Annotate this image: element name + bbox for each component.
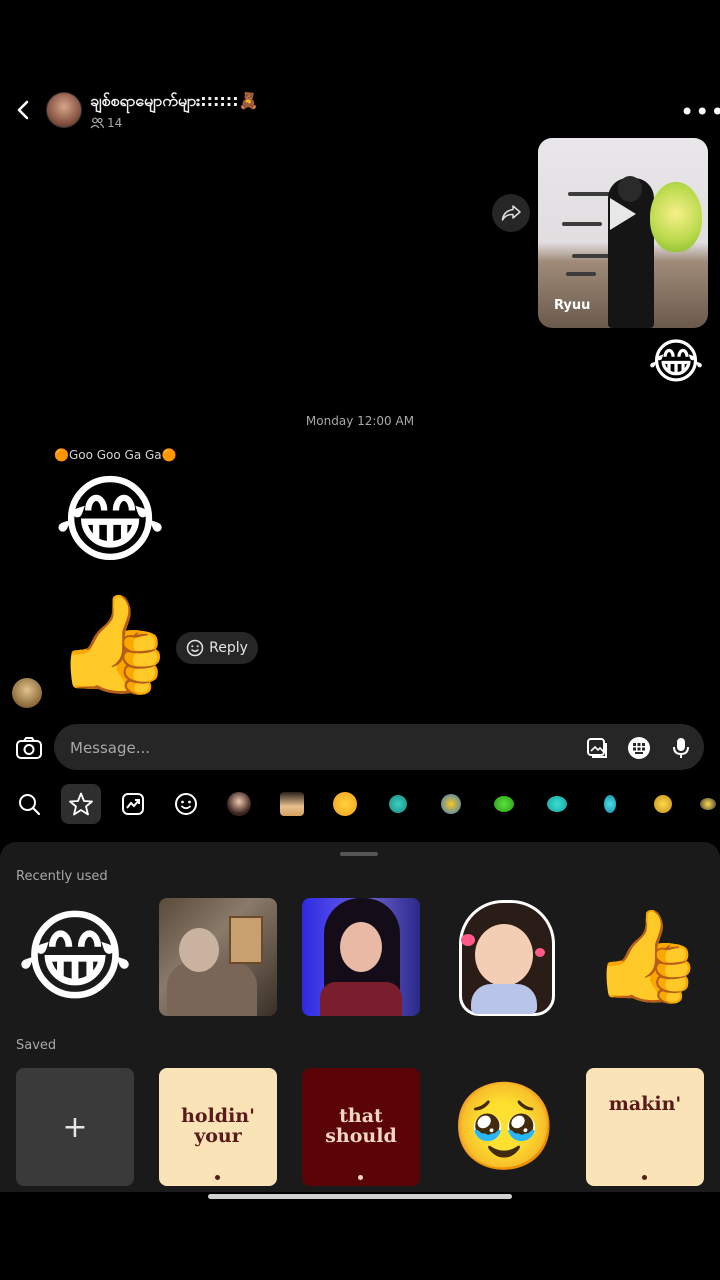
sticker-pack-icon xyxy=(441,794,461,814)
recently-used-title: Recently used xyxy=(16,869,108,884)
sticker-pack-icon xyxy=(494,796,514,812)
search-icon xyxy=(19,794,41,816)
tab-pack-6[interactable] xyxy=(590,784,630,824)
sticker-pack-icon xyxy=(700,798,716,810)
member-count-text: 14 xyxy=(107,116,123,130)
more-options-icon[interactable]: ••• xyxy=(680,98,720,126)
recent-sticker-item[interactable]: 👍 xyxy=(588,898,706,1016)
saved-sticker-text: holdin' your xyxy=(181,1105,255,1147)
tab-trending[interactable] xyxy=(113,784,153,824)
shared-video-message[interactable]: Ryuu xyxy=(538,138,708,328)
avatar-sticker-icon xyxy=(227,792,251,816)
tab-emoji[interactable] xyxy=(166,784,206,824)
group-avatar[interactable] xyxy=(46,92,82,128)
sender-name: 🟠Goo Goo Ga Ga🟠 xyxy=(54,448,177,462)
tab-avatar-1[interactable] xyxy=(219,784,259,824)
play-icon[interactable] xyxy=(610,198,636,230)
saved-title: Saved xyxy=(16,1038,57,1053)
share-arrow-icon xyxy=(501,205,521,221)
incoming-emoji-message[interactable]: 😂 xyxy=(54,472,166,568)
tab-pack-7[interactable] xyxy=(643,784,683,824)
member-count: 14 xyxy=(90,116,122,130)
chat-title[interactable]: ချစ်စရာမျောက်များ::::::🧸 xyxy=(90,90,259,114)
timestamp: Monday 12:00 AM xyxy=(305,414,415,428)
saved-sticker-text: makin' xyxy=(608,1093,682,1116)
sticker-pack-icon xyxy=(333,792,357,816)
smiley-icon xyxy=(186,639,204,657)
saved-sticker-item[interactable]: makin' xyxy=(586,1068,704,1186)
tab-favorites[interactable] xyxy=(61,784,101,824)
microphone-icon[interactable] xyxy=(668,735,694,761)
home-indicator xyxy=(208,1194,512,1199)
sticker-keyboard-icon[interactable] xyxy=(626,735,652,761)
avatar-sticker-icon xyxy=(280,792,304,816)
saved-sticker-text: that should xyxy=(325,1105,397,1147)
tab-pack-2[interactable] xyxy=(378,784,418,824)
star-icon xyxy=(69,792,93,816)
sender-avatar[interactable] xyxy=(12,678,42,708)
sticker-pack-icon xyxy=(389,795,407,813)
recent-sticker-item[interactable] xyxy=(445,898,563,1016)
video-author: Ryuu xyxy=(554,298,591,313)
incoming-thumbs-up-message[interactable]: 👍 xyxy=(54,596,174,692)
tab-pack-3[interactable] xyxy=(431,784,471,824)
smiley-icon xyxy=(175,793,197,815)
camera-icon[interactable] xyxy=(14,733,44,763)
sticker-panel: Recently used 😂 👍 Saved + holdin' your t… xyxy=(0,842,720,1192)
tab-pack-1[interactable] xyxy=(325,784,365,824)
pear-sticker xyxy=(650,182,702,252)
tab-pack-4[interactable] xyxy=(484,784,524,824)
reply-button[interactable]: Reply xyxy=(176,632,258,664)
recent-sticker-item[interactable]: 😂 xyxy=(16,898,134,1016)
saved-sticker-item[interactable]: 🥹 xyxy=(445,1068,563,1186)
outgoing-emoji-message[interactable]: 😂 xyxy=(648,338,704,386)
gallery-icon[interactable] xyxy=(584,735,610,761)
sticker-tab-bar xyxy=(0,784,720,828)
sticker-pack-icon xyxy=(547,796,567,812)
share-button[interactable] xyxy=(492,194,530,232)
saved-sticker-item[interactable]: holdin' your xyxy=(159,1068,277,1186)
people-icon xyxy=(90,117,104,129)
message-composer xyxy=(54,724,704,772)
back-arrow-icon[interactable] xyxy=(12,96,36,124)
trending-icon xyxy=(122,793,144,815)
tab-pack-8[interactable] xyxy=(696,784,720,824)
sticker-pack-icon xyxy=(604,795,616,813)
drag-handle[interactable] xyxy=(340,852,378,856)
tab-avatar-2[interactable] xyxy=(272,784,312,824)
recent-sticker-item[interactable] xyxy=(159,898,277,1016)
sticker-pack-icon xyxy=(654,795,672,813)
saved-sticker-item[interactable]: that should xyxy=(302,1068,420,1186)
recent-sticker-item[interactable] xyxy=(302,898,420,1016)
message-input[interactable] xyxy=(68,724,552,772)
reply-label: Reply xyxy=(209,640,248,656)
tab-pack-5[interactable] xyxy=(537,784,577,824)
add-sticker-button[interactable]: + xyxy=(16,1068,134,1186)
tab-search[interactable] xyxy=(9,784,49,824)
chat-header: ချစ်စရာမျောက်များ::::::🧸 14 ••• xyxy=(0,80,720,140)
